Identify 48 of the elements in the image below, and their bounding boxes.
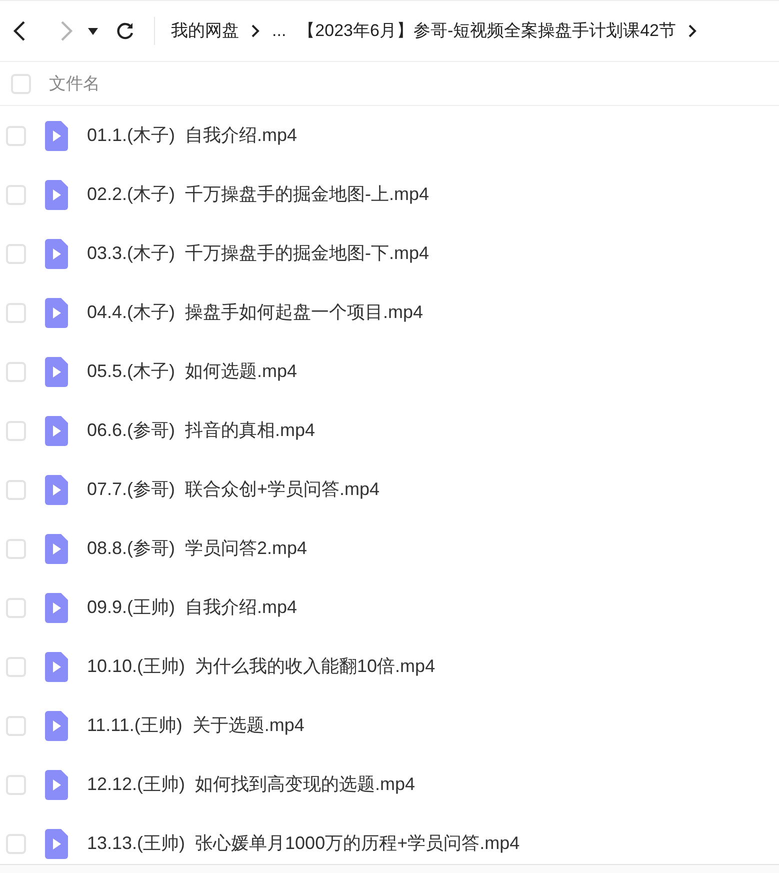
breadcrumb-item[interactable]: 【2023年6月】参哥-短视频全案操盘手计划课42节 [298, 18, 676, 44]
checkbox[interactable] [6, 834, 26, 854]
video-file-icon [45, 592, 68, 622]
file-name[interactable]: 10.10.(王帅) 为什么我的收入能翻10倍.mp4 [87, 653, 436, 680]
checkbox[interactable] [6, 598, 26, 618]
video-file-icon [45, 652, 68, 682]
file-name[interactable]: 09.9.(王帅) 自我介绍.mp4 [87, 594, 298, 621]
file-name[interactable]: 07.7.(参哥) 联合众创+学员问答.mp4 [87, 476, 380, 503]
file-name[interactable]: 05.5.(木子) 如何选题.mp4 [87, 358, 298, 385]
breadcrumb-item[interactable]: 我的网盘 [171, 18, 239, 44]
file-name[interactable]: 01.1.(木子) 自我介绍.mp4 [87, 122, 298, 149]
checkbox[interactable] [6, 420, 26, 440]
video-file-icon [45, 534, 68, 564]
video-file-icon [45, 180, 68, 210]
chevron-icon [688, 24, 698, 38]
video-file-icon [45, 710, 68, 740]
refresh-button[interactable] [114, 20, 136, 42]
video-file-icon [45, 120, 68, 150]
chevron-icon [251, 24, 260, 38]
video-file-icon [45, 828, 68, 858]
checkbox[interactable] [6, 538, 26, 558]
checkbox[interactable] [6, 184, 26, 204]
file-name[interactable]: 13.13.(王帅) 张心媛单月1000万的历程+学员问答.mp4 [87, 830, 520, 857]
file-name[interactable]: 04.4.(木子) 操盘手如何起盘一个项目.mp4 [87, 299, 424, 326]
video-file-icon [45, 238, 68, 268]
video-file-icon [45, 416, 68, 446]
checkbox[interactable] [11, 74, 31, 94]
checkbox[interactable] [6, 774, 26, 794]
checkbox[interactable] [6, 716, 26, 736]
column-header[interactable]: 文件名 [49, 70, 100, 96]
video-file-icon [45, 298, 68, 328]
checkbox[interactable] [6, 480, 26, 500]
file-name[interactable]: 12.12.(王帅) 如何找到高变现的选题.mp4 [87, 771, 416, 798]
file-name[interactable]: 11.11.(王帅) 关于选题.mp4 [87, 712, 304, 739]
dropdown-caret-icon[interactable] [86, 25, 100, 37]
checkbox[interactable] [6, 126, 26, 146]
video-file-icon [45, 356, 68, 386]
video-file-icon [45, 474, 68, 504]
checkbox[interactable] [6, 362, 26, 382]
checkbox[interactable] [6, 656, 26, 676]
file-name[interactable]: 06.6.(参哥) 抖音的真相.mp4 [87, 417, 316, 444]
file-name[interactable]: 02.2.(木子) 千万操盘手的掘金地图-上.mp4 [87, 181, 430, 208]
file-name[interactable]: 03.3.(木子) 千万操盘手的掘金地图-下.mp4 [87, 240, 430, 267]
video-file-icon [45, 770, 68, 800]
file-name[interactable]: 08.8.(参哥) 学员问答2.mp4 [87, 535, 308, 562]
checkbox[interactable] [6, 302, 26, 322]
checkbox[interactable] [6, 244, 26, 264]
breadcrumb-item[interactable]: ... [272, 18, 286, 44]
